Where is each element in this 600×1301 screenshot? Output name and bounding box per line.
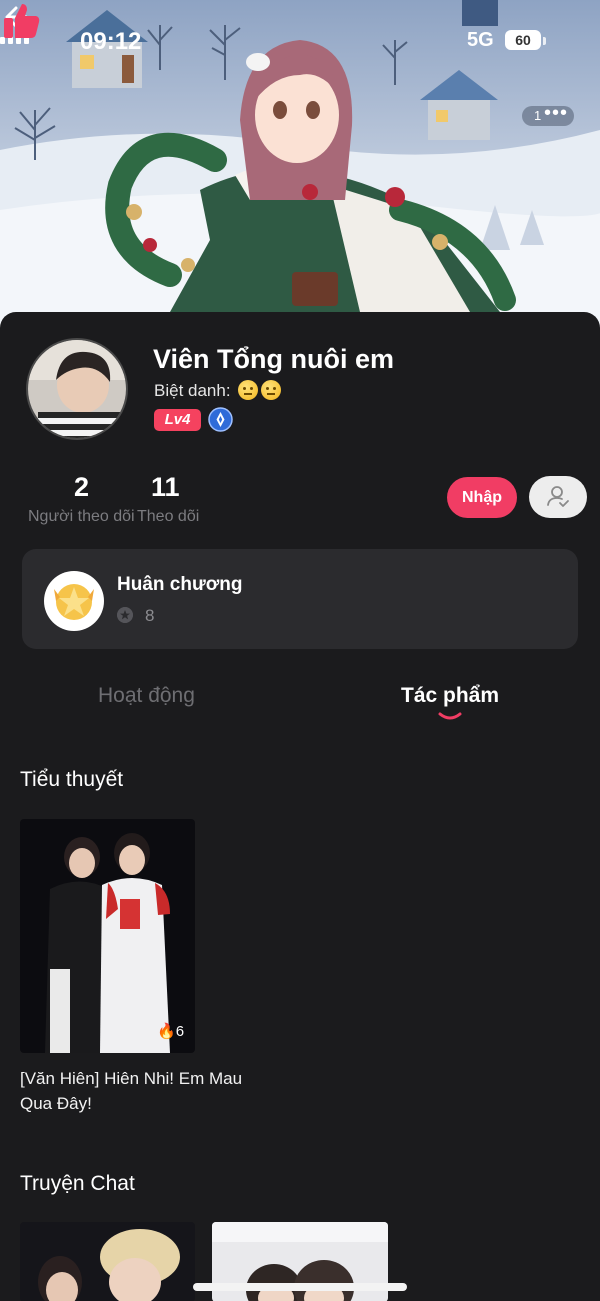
chat-story-cover-image <box>20 1222 195 1301</box>
like-count: 1 <box>534 108 542 123</box>
profile-name: Viên Tổng nuôi em <box>153 344 395 374</box>
fire-icon: 🔥 <box>157 1023 176 1040</box>
smile-emoji-icon <box>261 380 282 400</box>
tab-works[interactable]: Tác phẩm <box>401 684 499 708</box>
medal-graphic <box>54 584 94 620</box>
medal-icon <box>44 571 104 631</box>
more-button[interactable]: 1 ••• <box>522 102 574 126</box>
followers-label: Người theo dõi <box>28 508 135 525</box>
profile-banner: 09:12 5G 60 1 ••• <box>0 0 600 330</box>
network-type: 5G <box>467 29 494 51</box>
thumbs-up-icon[interactable] <box>0 0 42 42</box>
nickname-row: Biệt danh: <box>154 380 282 401</box>
import-button[interactable]: Nhập <box>447 477 517 518</box>
medal-title: Huân chương <box>117 574 243 595</box>
chat-section-title: Truyện Chat <box>20 1172 135 1195</box>
level-badge: Lv4 <box>154 409 201 431</box>
nickname-label: Biệt danh: <box>154 381 231 400</box>
medal-card[interactable]: Huân chương 8 <box>22 549 578 649</box>
novel-cover[interactable] <box>20 819 195 1053</box>
avatar-photo <box>28 340 126 438</box>
avatar[interactable] <box>26 338 128 440</box>
status-time: 09:12 <box>80 28 142 55</box>
user-check-icon <box>547 486 569 507</box>
battery-icon: 60 <box>505 30 541 50</box>
battery-tip <box>543 37 546 45</box>
tab-activity[interactable]: Hoạt động <box>98 684 195 708</box>
user-check-button[interactable] <box>529 476 587 518</box>
active-tab-indicator <box>438 712 462 720</box>
profile-page: 09:12 5G 60 1 ••• Viên Tổng nuôi em Biệt… <box>0 0 600 1301</box>
novels-section-title: Tiểu thuyết <box>20 768 124 791</box>
novel-cover-image <box>20 819 195 1053</box>
smile-emoji-icon <box>238 380 259 400</box>
star-icon <box>117 607 133 623</box>
status-bar: 09:12 5G 60 <box>0 24 600 58</box>
home-indicator[interactable] <box>193 1283 407 1291</box>
medal-count: 8 <box>145 606 155 625</box>
more-dots-icon: ••• <box>544 102 569 124</box>
following-count[interactable]: 11 <box>151 472 180 503</box>
profile-sheet <box>0 312 600 1301</box>
chat-story-cover[interactable] <box>20 1222 195 1301</box>
verified-icon <box>208 407 233 432</box>
novel-title[interactable]: [Văn Hiên] Hiên Nhi! Em Mau Qua Đây! <box>20 1066 260 1116</box>
followers-count[interactable]: 2 <box>74 472 89 503</box>
hot-count-value: 6 <box>175 1023 185 1040</box>
following-label: Theo dõi <box>137 508 200 525</box>
hot-count: 🔥6 <box>157 1022 184 1040</box>
